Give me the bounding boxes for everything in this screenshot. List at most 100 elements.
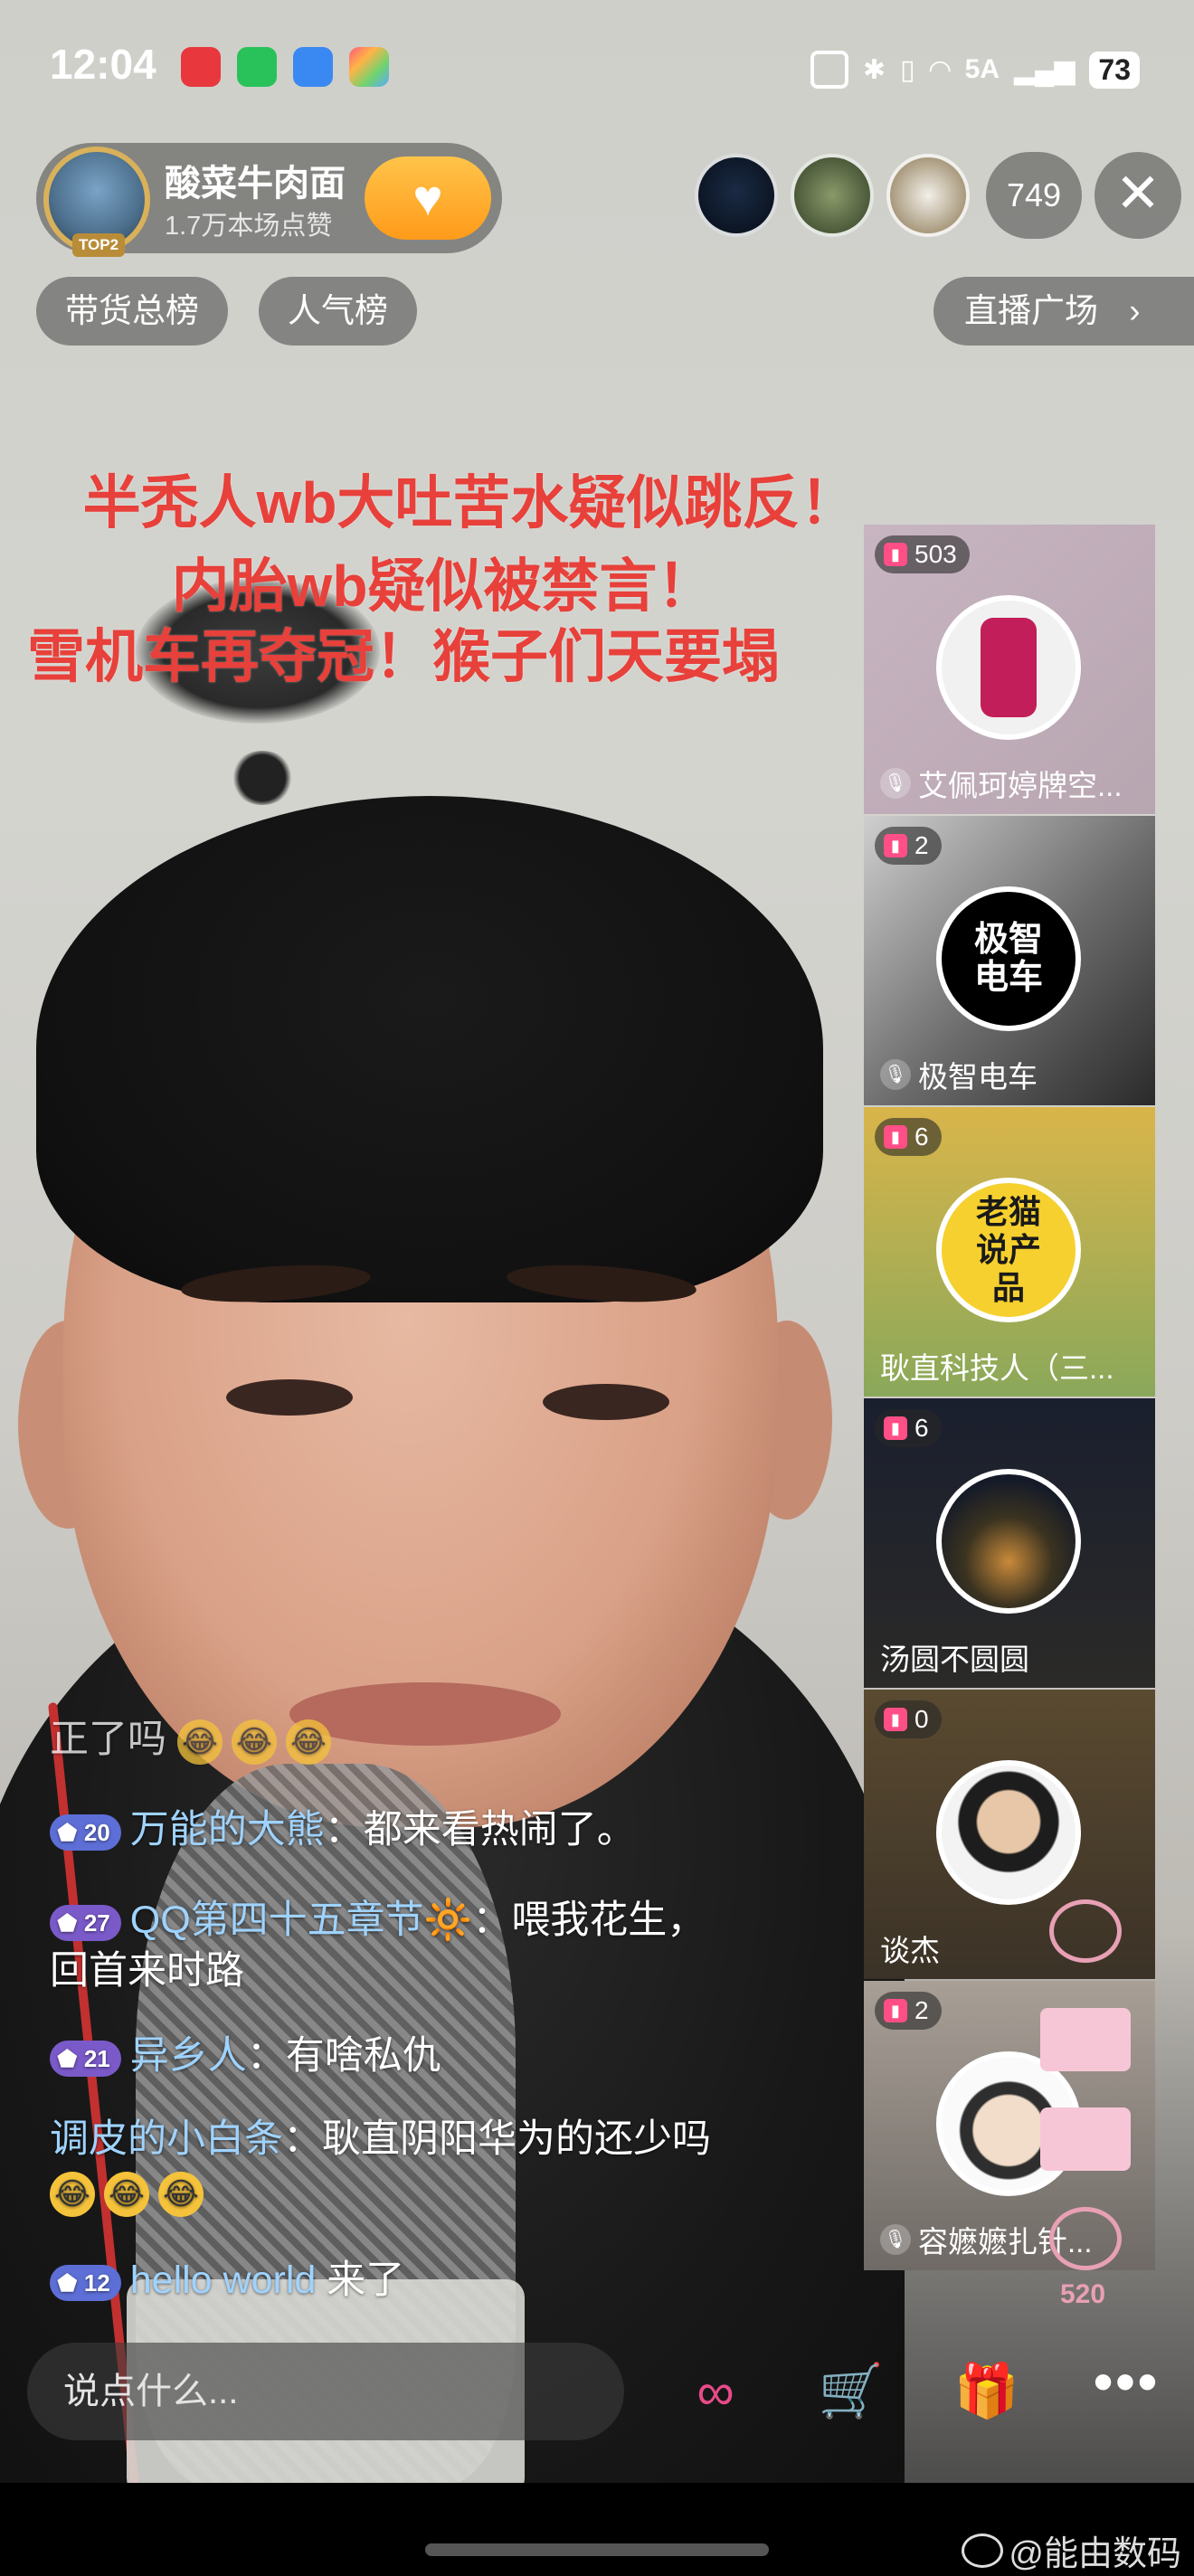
home-indicator[interactable] [425, 2543, 769, 2556]
viewer-avatar[interactable] [886, 154, 970, 237]
envelope-icon [1040, 2008, 1131, 2071]
live-plaza-button[interactable]: 直播广场 › [933, 277, 1194, 346]
product-image [981, 618, 1037, 717]
stream-avatar [936, 595, 1081, 740]
chat-username[interactable]: 调皮的小白条 [50, 2117, 283, 2161]
user-level: 20 [83, 1818, 110, 1846]
chat-separator: ： [472, 1899, 512, 1942]
chat-message: 正了吗 😂 😂 😂 [50, 1714, 340, 1765]
chat-separator: ： [246, 2034, 286, 2078]
chat-message: ⬟ 12 hello world 来了 [50, 2255, 404, 2306]
status-time: 12:04 [50, 41, 156, 88]
mic-off-icon: 🎙 [880, 2224, 911, 2255]
ferris-wheel-icon [1049, 1899, 1122, 1963]
chat-username[interactable]: QQ第四十五章节 [130, 1899, 424, 1942]
live-plaza-label: 直播广场 [964, 292, 1098, 329]
user-level: 27 [83, 1908, 110, 1937]
user-level: 12 [83, 2268, 110, 2297]
stream-name: 耿直科技人（三... [880, 1351, 1114, 1385]
caption-line: 半秃人wb大吐苦水疑似跳反！ [82, 470, 858, 535]
sales-rank-button[interactable]: 带货总榜 [36, 277, 228, 346]
weibo-app-icon [181, 47, 221, 87]
bluetooth-icon: ✱ [862, 54, 886, 85]
gift-icon: ▮ [884, 834, 907, 857]
viewer-avatar[interactable] [791, 154, 874, 237]
close-icon: ✕ [1114, 163, 1161, 223]
host-name[interactable]: 酸菜牛肉面 [165, 154, 346, 206]
viewer-count[interactable]: 749 [986, 152, 1082, 239]
chat-username[interactable]: 异乡人 [130, 2034, 247, 2078]
laugh-cry-emoji: 😂 [158, 2171, 204, 2217]
battery-indicator: 73 [1089, 51, 1140, 89]
user-level-badge: ⬟ 27 [50, 1904, 121, 1941]
heart-plus-icon: ♥ [412, 169, 443, 226]
envelope-icon [1040, 2107, 1131, 2171]
watermark: @能由数码 [962, 2525, 1181, 2575]
shop-button[interactable]: 🛒 [810, 2350, 893, 2433]
host-likes: 1.7万本场点赞 [165, 212, 333, 241]
vibrate-icon: ▯ [900, 54, 915, 85]
stream-gift-count: 6 [914, 1414, 929, 1442]
streamer-eye [543, 1384, 669, 1420]
sun-icon: 🔆 [423, 1899, 473, 1942]
chat-message-continued: 😂 😂 😂 [50, 2166, 213, 2217]
stream-name: 谈杰 [880, 1934, 940, 1967]
stream-name: 艾佩珂婷牌空... [918, 769, 1123, 802]
gift-icon: ▮ [884, 1708, 907, 1731]
chat-separator: ： [324, 1808, 364, 1852]
stream-gift-count: 6 [914, 1122, 929, 1151]
user-level-badge: ⬟ 12 [50, 2264, 121, 2301]
pirate-sticker [231, 751, 294, 805]
chat-username[interactable]: hello world [130, 2259, 317, 2302]
cloud-app-icon [293, 47, 333, 87]
link-mic-button[interactable]: ∞ [674, 2350, 757, 2433]
gift-icon: ▮ [884, 1416, 907, 1440]
status-bar: 12:04 ✱ ▯ ◠ 5A ▂▄▆ 73 [0, 0, 1194, 136]
cart-icon: 🛒 [818, 2362, 885, 2420]
stream-avatar [936, 1469, 1081, 1614]
stream-card[interactable]: ▮ 2 极智电车 🎙 极智电车 [864, 816, 1155, 1105]
stream-name: 汤圆不圆圆 [880, 1643, 1029, 1676]
stream-card[interactable]: ▮ 503 🎙 艾佩珂婷牌空... [864, 525, 1155, 814]
chat-message: 调皮的小白条：耿直阴阳华为的还少吗 [50, 2114, 711, 2164]
link-icon: ∞ [696, 2362, 734, 2421]
gift-button[interactable]: 🎁 [945, 2350, 1028, 2433]
stream-avatar: 极智电车 [936, 886, 1081, 1031]
top-rank-badge: TOP2 [72, 233, 125, 257]
close-button[interactable]: ✕ [1094, 152, 1181, 239]
stream-avatar [936, 1760, 1081, 1905]
gift-icon: ▮ [884, 1125, 907, 1149]
laugh-cry-emoji: 😂 [176, 1719, 223, 1765]
laugh-cry-emoji: 😂 [50, 2171, 95, 2217]
chat-text: 来了 [327, 2259, 405, 2302]
chat-text: 回首来时路 [50, 1949, 244, 1993]
chat-message: ⬟ 20 万能的大熊：都来看热闹了。 [50, 1804, 636, 1855]
laugh-cry-emoji: 😂 [285, 1719, 331, 1765]
viewer-avatar[interactable] [695, 154, 778, 237]
comment-input[interactable]: 说点什么... [27, 2343, 624, 2440]
user-level-badge: ⬟ 21 [50, 2040, 121, 2077]
live-video[interactable]: 半秃人wb大吐苦水疑似跳反！ 内胎wb疑似被禁言！ 雪机车再夺冠！猴子们天要塌 … [0, 0, 1194, 2576]
gift-box-icon: 🎁 [953, 2362, 1020, 2420]
stream-card[interactable]: ▮ 6 老猫说产品 耿直科技人（三... [864, 1107, 1155, 1397]
chat-text: 都来看热闹了。 [363, 1808, 636, 1852]
ferris-wheel-icon [1049, 2207, 1122, 2270]
chat-username[interactable]: 万能的大熊 [130, 1808, 325, 1852]
gift-icon: ▮ [884, 543, 907, 566]
chevron-right-icon: › [1129, 292, 1141, 329]
stream-card[interactable]: ▮ 6 汤圆不圆圆 [864, 1398, 1155, 1688]
floating-gift-icons: 520 [1040, 1899, 1140, 2316]
follow-button[interactable]: ♥ [365, 156, 491, 240]
streamer-eye [226, 1379, 353, 1416]
floating-value: 520 [1060, 2279, 1106, 2309]
stream-avatar: 老猫说产品 [936, 1178, 1081, 1322]
mic-off-icon: 🎙 [880, 1059, 911, 1090]
stream-gift-count: 0 [914, 1705, 929, 1733]
streamer-hair [36, 796, 823, 1302]
weibo-logo-icon [962, 2533, 1004, 2568]
more-button[interactable]: ••• [1081, 2350, 1171, 2433]
popularity-rank-button[interactable]: 人气榜 [259, 277, 417, 346]
chat-text: 正了吗 [50, 1718, 166, 1761]
watermark-text: @能由数码 [1009, 2535, 1181, 2573]
network-label: 5A [964, 54, 1000, 84]
